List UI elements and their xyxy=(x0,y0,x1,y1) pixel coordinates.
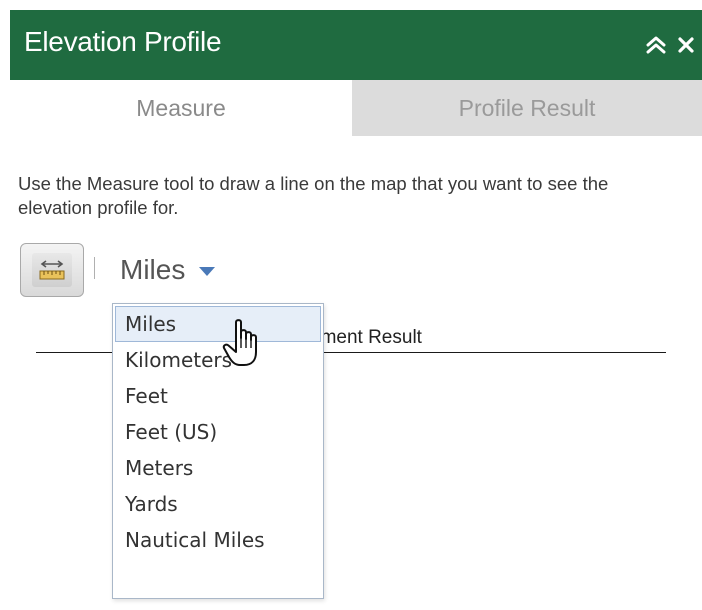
caret-down-icon xyxy=(199,266,216,276)
close-icon[interactable] xyxy=(672,31,700,59)
unit-option-meters[interactable]: Meters xyxy=(113,450,323,486)
toolbar-divider xyxy=(94,257,95,279)
unit-option-feet-us[interactable]: Feet (US) xyxy=(113,414,323,450)
tab-bar: Measure Profile Result xyxy=(10,80,702,136)
unit-option-nautical-miles[interactable]: Nautical Miles xyxy=(113,522,323,558)
elevation-profile-panel: Elevation Profile Measure Profile Result… xyxy=(0,0,702,610)
unit-option-miles[interactable]: Miles xyxy=(115,306,321,342)
panel-title: Elevation Profile xyxy=(24,26,222,57)
measure-distance-button[interactable] xyxy=(20,243,84,297)
double-chevron-up-icon[interactable] xyxy=(642,31,670,59)
ruler-distance-icon xyxy=(32,253,72,287)
panel-header: Elevation Profile xyxy=(10,10,702,80)
instructions-text: Use the Measure tool to draw a line on t… xyxy=(18,173,609,218)
measurement-result-label: ement Result xyxy=(310,327,422,348)
unit-option-kilometers[interactable]: Kilometers xyxy=(113,342,323,378)
unit-dropdown-menu: Miles Kilometers Feet Feet (US) Meters Y… xyxy=(112,303,324,599)
unit-select-value: Miles xyxy=(120,254,186,285)
unit-option-yards[interactable]: Yards xyxy=(113,486,323,522)
tab-profile-result[interactable]: Profile Result xyxy=(352,80,702,136)
tab-measure[interactable]: Measure xyxy=(10,80,352,136)
unit-option-feet[interactable]: Feet xyxy=(113,378,323,414)
unit-select[interactable]: Miles xyxy=(120,250,216,290)
